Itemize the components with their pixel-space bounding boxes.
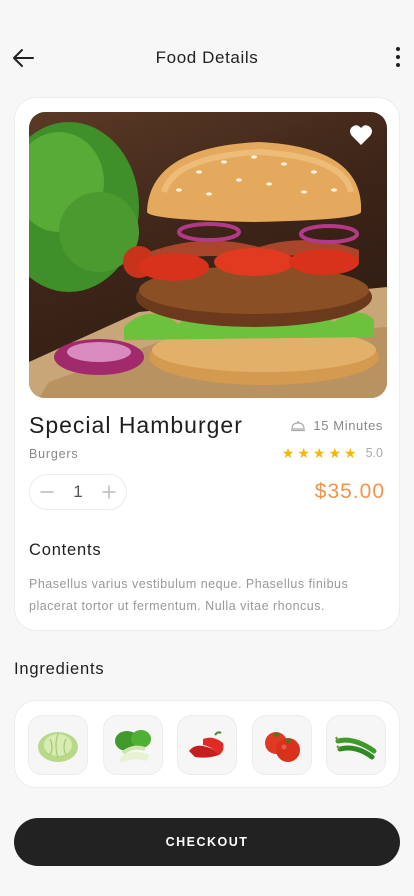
more-vertical-icon xyxy=(396,47,400,51)
bok-choy-icon xyxy=(115,730,151,763)
cabbage-icon xyxy=(38,732,78,762)
ingredient-bok-choy[interactable] xyxy=(103,715,163,775)
food-image xyxy=(29,112,387,398)
contents-description: Phasellus varius vestibulum neque. Phase… xyxy=(29,577,349,613)
star-icon: ★ xyxy=(312,445,326,461)
ingredient-green-chili[interactable] xyxy=(326,715,386,775)
ingredient-tomato[interactable] xyxy=(252,715,312,775)
star-icon: ★ xyxy=(328,445,342,461)
prep-time-label: 15 Minutes xyxy=(313,418,383,433)
heart-icon xyxy=(350,125,372,145)
ingredient-red-pepper[interactable] xyxy=(177,715,237,775)
decrease-button[interactable] xyxy=(36,481,58,503)
ingredient-cabbage[interactable] xyxy=(28,715,88,775)
cloche-icon xyxy=(291,420,306,431)
more-options-button[interactable] xyxy=(390,44,406,70)
food-category: Burgers xyxy=(29,447,79,461)
increase-button[interactable] xyxy=(98,481,120,503)
quantity-value: 1 xyxy=(73,482,83,501)
star-icon: ★ xyxy=(297,445,310,461)
favorite-button[interactable] xyxy=(349,124,375,148)
star-icon: ★ xyxy=(344,445,357,461)
food-name: Special Hamburger xyxy=(29,412,243,438)
prep-time: 15 Minutes xyxy=(291,418,383,433)
price: $35.00 xyxy=(314,480,385,503)
minus-icon xyxy=(40,491,54,493)
quantity-stepper: 1 xyxy=(29,474,127,510)
red-pepper-icon xyxy=(189,731,224,758)
page-title: Food Details xyxy=(155,48,259,67)
ingredients-heading: Ingredients xyxy=(14,660,105,678)
rating-value: 5.0 xyxy=(365,446,383,460)
checkout-button[interactable]: CHECKOUT xyxy=(14,818,400,866)
food-details-card: Special Hamburger Burgers 15 Minutes ★ ★… xyxy=(14,97,400,631)
green-chili-icon xyxy=(335,736,377,760)
rating: ★ ★ ★ ★ ★ 5.0 xyxy=(282,446,383,460)
tomato-icon xyxy=(265,732,300,762)
hamburger-illustration xyxy=(29,122,387,398)
star-icon: ★ xyxy=(281,445,295,461)
contents-heading: Contents xyxy=(29,541,102,559)
plus-icon xyxy=(102,485,116,499)
ingredients-list xyxy=(14,700,400,788)
